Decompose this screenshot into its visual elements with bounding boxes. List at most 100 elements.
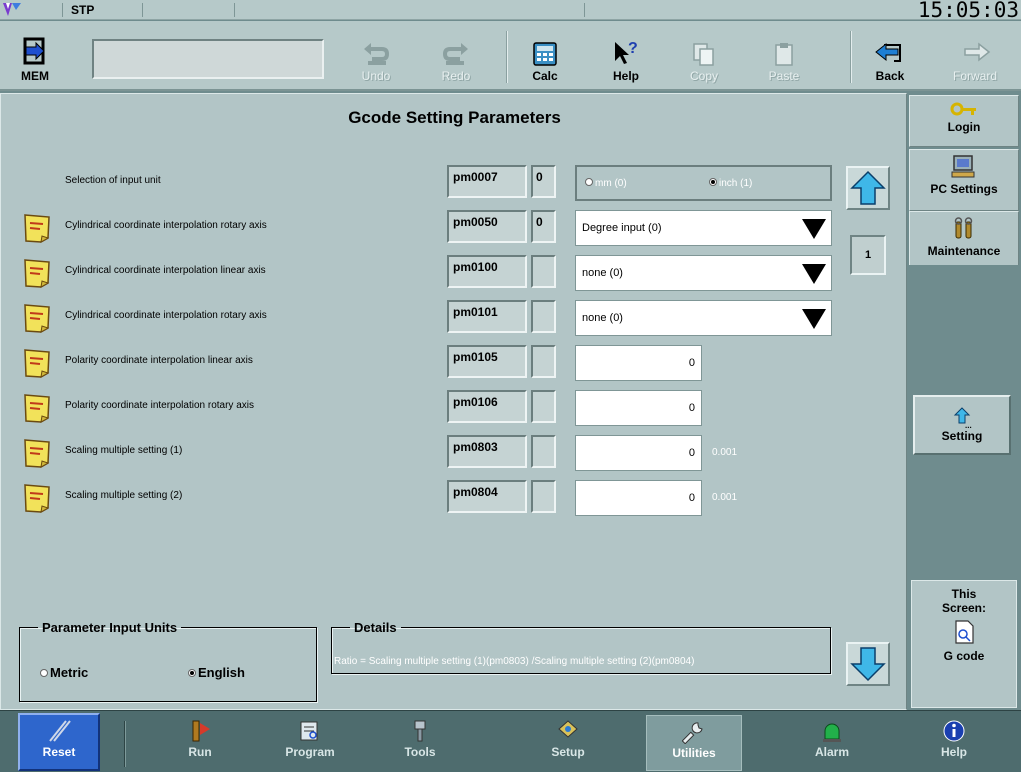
- group-legend: Details: [354, 620, 397, 635]
- unit-label: 0.001: [712, 492, 738, 503]
- metric-radio[interactable]: Metric: [40, 665, 88, 680]
- calculator-icon: [533, 42, 557, 66]
- sticky-note-icon[interactable]: [21, 257, 53, 289]
- english-radio[interactable]: English: [188, 665, 245, 680]
- number-input[interactable]: 0: [575, 480, 702, 516]
- parameter-label: Scaling multiple setting (2): [65, 490, 183, 501]
- sticky-note-icon[interactable]: [21, 302, 53, 334]
- run-icon: [192, 720, 210, 742]
- nav-run[interactable]: Run: [152, 715, 248, 771]
- undo-icon: [364, 43, 390, 65]
- nav-help[interactable]: Help: [906, 715, 1002, 771]
- number-input[interactable]: 0: [575, 390, 702, 426]
- parameter-code: pm0100: [447, 255, 527, 288]
- nav-tools[interactable]: Tools: [372, 715, 468, 771]
- tab-pc-settings[interactable]: PC Settings: [909, 149, 1019, 211]
- status-cell: [234, 3, 584, 17]
- status-cell: [142, 3, 234, 17]
- reset-icon: [49, 720, 71, 742]
- nav-utilities[interactable]: Utilities: [646, 715, 742, 771]
- page-number: 1: [850, 235, 886, 275]
- maintenance-icon: [954, 217, 973, 239]
- nav-alarm[interactable]: Alarm: [784, 715, 880, 771]
- sticky-note-icon[interactable]: [21, 392, 53, 424]
- sticky-note-icon[interactable]: [21, 437, 53, 469]
- svg-text:...: ...: [965, 421, 972, 429]
- mem-button[interactable]: MEM: [6, 25, 64, 87]
- tab-login[interactable]: Login: [909, 95, 1019, 147]
- parameter-code: pm0101: [447, 300, 527, 333]
- paste-icon: [775, 43, 793, 66]
- sticky-note-icon[interactable]: [21, 347, 53, 379]
- dropdown-arrow-icon: [802, 264, 826, 284]
- parameter-code: pm0105: [447, 345, 527, 378]
- sticky-note-icon[interactable]: [21, 212, 53, 244]
- page-title: Gcode Setting Parameters: [348, 108, 561, 127]
- parameter-label: Selection of input unit: [65, 175, 161, 186]
- parameter-code: pm0106: [447, 390, 527, 423]
- parameter-label: Cylindrical coordinate interpolation rot…: [65, 220, 267, 231]
- reset-button[interactable]: Reset: [18, 713, 100, 771]
- radio-mm[interactable]: mm (0): [585, 178, 627, 189]
- dropdown-arrow-icon: [802, 309, 826, 329]
- details-group: Details Ratio = Scaling multiple setting…: [331, 620, 831, 674]
- setting-icon: ...: [953, 407, 972, 429]
- nav-program[interactable]: Program: [262, 715, 358, 771]
- svg-text:?: ?: [628, 40, 638, 57]
- parameter-value: [531, 390, 556, 423]
- mem-display-field: [92, 39, 324, 79]
- wrench-icon: [682, 722, 703, 744]
- parameter-value: [531, 345, 556, 378]
- parameter-value: [531, 480, 556, 513]
- help-button[interactable]: ? Help: [598, 25, 654, 87]
- number-input[interactable]: 0: [575, 345, 702, 381]
- page-down-button[interactable]: [846, 642, 890, 686]
- back-button[interactable]: Back: [862, 25, 918, 87]
- parameter-label: Polarity coordinate interpolation linear…: [65, 355, 253, 366]
- linear-axis-dropdown[interactable]: none (0): [575, 255, 832, 291]
- dropdown-arrow-icon: [802, 219, 826, 239]
- parameter-code: pm0007: [447, 165, 527, 198]
- paste-button[interactable]: Paste: [756, 25, 812, 87]
- parameter-label: Cylindrical coordinate interpolation lin…: [65, 265, 266, 276]
- calc-button[interactable]: Calc: [516, 25, 574, 87]
- radio-inch[interactable]: inch (1): [709, 178, 752, 189]
- parameter-label: Polarity coordinate interpolation rotary…: [65, 400, 254, 411]
- toolbar-divider: [850, 31, 852, 83]
- tools-icon: [414, 720, 426, 742]
- nav-setup[interactable]: Setup: [520, 715, 616, 771]
- parameter-value: [531, 435, 556, 468]
- parameter-code: pm0803: [447, 435, 527, 468]
- tab-maintenance[interactable]: Maintenance: [909, 211, 1019, 265]
- mem-icon: [23, 37, 45, 65]
- setting-button[interactable]: ... Setting: [913, 395, 1011, 455]
- forward-button[interactable]: Forward: [940, 25, 1010, 87]
- parameter-row: Scaling multiple setting (2) pm0804 0 0.…: [1, 480, 908, 516]
- group-legend: Parameter Input Units: [42, 620, 178, 635]
- bottom-navigation: Reset Run Program Tools Setup Utilities …: [0, 710, 1021, 772]
- status-cell: [584, 3, 864, 17]
- copy-icon: [693, 43, 714, 66]
- page-up-button[interactable]: [846, 166, 890, 210]
- info-icon: [943, 720, 965, 742]
- parameter-row: Scaling multiple setting (1) pm0803 0 0.…: [1, 435, 908, 471]
- parameter-value: 0: [531, 165, 556, 198]
- redo-button[interactable]: Redo: [428, 25, 484, 87]
- copy-button[interactable]: Copy: [676, 25, 732, 87]
- forward-arrow-icon: [964, 42, 991, 62]
- undo-button[interactable]: Undo: [348, 25, 404, 87]
- number-input[interactable]: 0: [575, 435, 702, 471]
- sticky-note-icon[interactable]: [21, 482, 53, 514]
- parameter-value: [531, 255, 556, 288]
- machine-mode: STP: [62, 3, 142, 17]
- rotary-axis-dropdown[interactable]: none (0): [575, 300, 832, 336]
- parameter-value: [531, 300, 556, 333]
- parameter-value: 0: [531, 210, 556, 243]
- this-screen-indicator: This Screen: G code: [911, 580, 1017, 708]
- rotary-axis-dropdown[interactable]: Degree input (0): [575, 210, 832, 246]
- parameter-row: Selection of input unit pm0007 0 mm (0) …: [1, 165, 908, 201]
- status-bar: STP 15:05:03: [0, 0, 1021, 21]
- nav-divider: [124, 721, 126, 767]
- program-icon: [300, 721, 318, 741]
- setup-icon: [558, 720, 578, 738]
